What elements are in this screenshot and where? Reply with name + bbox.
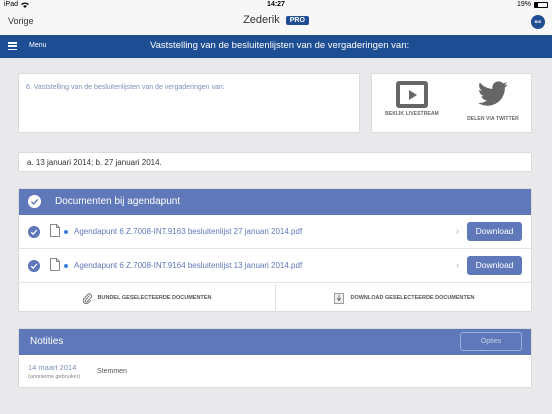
livestream-icon xyxy=(396,81,428,108)
paperclip-icon xyxy=(82,292,92,304)
select-all-checkbox[interactable] xyxy=(28,195,41,208)
file-icon xyxy=(50,224,60,237)
note-author: (anonieme gebruiker) xyxy=(28,374,81,380)
clock: 14:27 xyxy=(267,1,285,8)
bundle-selected-label: BUNDEL GESELECTEERDE DOCUMENTEN xyxy=(97,295,212,301)
menu-bar: Menu Vaststelling van de besluitenlijste… xyxy=(0,35,552,58)
battery-percentage: 19% xyxy=(516,1,531,8)
note-text[interactable]: Stemmen xyxy=(97,368,127,375)
file-icon xyxy=(50,258,60,271)
battery-icon xyxy=(534,1,548,8)
chevron-right-icon: › xyxy=(456,226,459,236)
download-icon xyxy=(334,292,345,304)
document-actions: BUNDEL GESELECTEERDE DOCUMENTEN DOWNLOAD… xyxy=(19,284,531,312)
pro-badge: PRO xyxy=(285,16,309,25)
livestream-label: BEKIJK LIVESTREAM xyxy=(385,111,439,117)
twitter-label: DELEN VIA TWITTER xyxy=(467,116,519,122)
meeting-dates-text: a. 13 januari 2014; b. 27 januari 2014. xyxy=(27,158,162,167)
options-button[interactable]: Opties xyxy=(460,332,522,351)
documents-title: Documenten bij agendapunt xyxy=(55,196,181,207)
document-row: Agendapunt 6 Z.7008-INT.9163 besluitenli… xyxy=(19,215,531,249)
document-link[interactable]: Agendapunt 6 Z.7008-INT.9163 besluitenli… xyxy=(74,227,302,236)
unread-dot-icon xyxy=(64,230,68,234)
agenda-topic-text: 6. Vaststelling van de besluitenlijsten … xyxy=(26,84,225,91)
livestream-button[interactable]: BEKIJK LIVESTREAM xyxy=(382,81,442,117)
meeting-dates-card: a. 13 januari 2014; b. 27 januari 2014. xyxy=(18,152,532,172)
document-link[interactable]: Agendapunt 6 Z.7008-INT.9164 besluitenli… xyxy=(74,261,302,270)
document-checkbox[interactable] xyxy=(28,226,40,238)
twitter-share-button[interactable]: DELEN VIA TWITTER xyxy=(463,81,523,122)
status-bar: iPad 14:27 19% xyxy=(0,0,552,10)
download-selected-button[interactable]: DOWNLOAD GESELECTEERDE DOCUMENTEN xyxy=(276,284,533,312)
unread-dot-icon xyxy=(64,264,68,268)
chevron-right-icon: › xyxy=(456,260,459,270)
navigation-bar: Vorige Zederik PRO BIS xyxy=(0,10,552,35)
download-button[interactable]: Download xyxy=(467,256,522,275)
hamburger-menu-icon[interactable] xyxy=(8,42,17,50)
share-card: BEKIJK LIVESTREAM DELEN VIA TWITTER xyxy=(371,73,532,133)
document-row: Agendapunt 6 Z.7008-INT.9164 besluitenli… xyxy=(19,249,531,283)
menu-button[interactable]: Menu xyxy=(29,42,47,49)
notes-title: Notities xyxy=(30,336,64,347)
bundle-selected-button[interactable]: BUNDEL GESELECTEERDE DOCUMENTEN xyxy=(19,284,276,312)
documents-header: Documenten bij agendapunt xyxy=(19,189,531,215)
app-title: Zederik xyxy=(243,14,280,26)
note-date: 14 maart 2014 xyxy=(28,363,77,372)
download-button[interactable]: Download xyxy=(467,222,522,241)
page-title: Vaststelling van de besluitenlijsten van… xyxy=(150,40,410,51)
document-checkbox[interactable] xyxy=(28,260,40,272)
bis-logo-icon[interactable]: BIS xyxy=(531,15,545,29)
notes-section: Notities Opties 14 maart 2014 (anonieme … xyxy=(18,328,532,388)
documents-section: Documenten bij agendapunt Agendapunt 6 Z… xyxy=(18,188,532,312)
notes-header: Notities Opties xyxy=(19,329,531,355)
agenda-topic-card: 6. Vaststelling van de besluitenlijsten … xyxy=(18,73,360,133)
download-selected-label: DOWNLOAD GESELECTEERDE DOCUMENTEN xyxy=(350,295,475,301)
twitter-icon xyxy=(477,81,508,106)
